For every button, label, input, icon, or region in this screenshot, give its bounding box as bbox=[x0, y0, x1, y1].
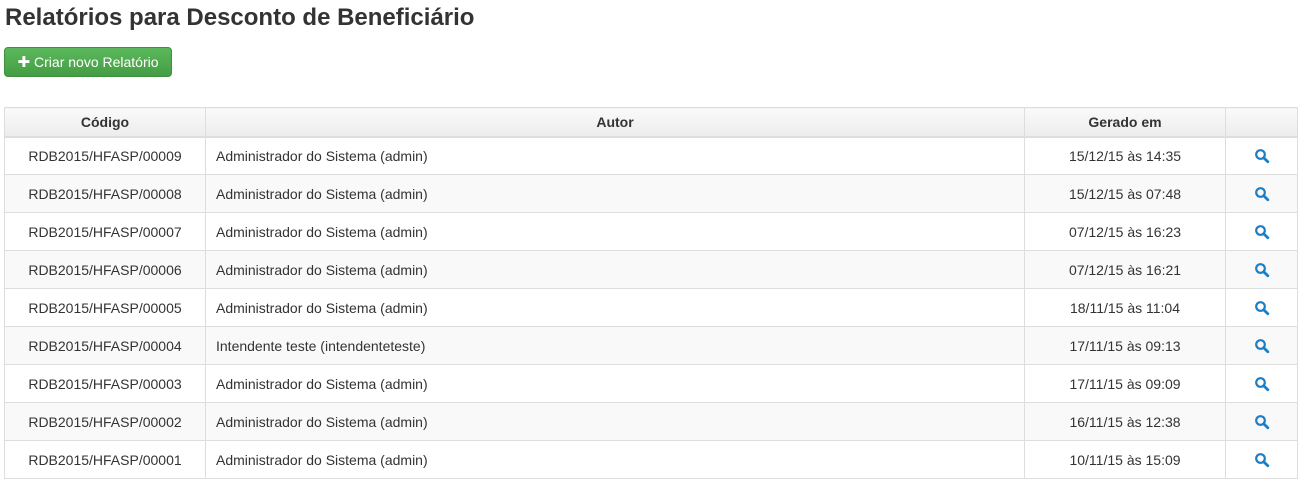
create-report-button[interactable]: ✚ Criar novo Relatório bbox=[4, 47, 172, 77]
search-icon[interactable] bbox=[1254, 148, 1270, 164]
report-author: Administrador do Sistema (admin) bbox=[205, 440, 1025, 479]
column-header-generated-at[interactable]: Gerado em bbox=[1024, 107, 1226, 138]
report-author: Administrador do Sistema (admin) bbox=[205, 288, 1025, 327]
report-author: Intendente teste (intendenteteste) bbox=[205, 326, 1025, 365]
view-report-cell bbox=[1225, 212, 1298, 251]
page: Relatórios para Desconto de Beneficiário… bbox=[0, 0, 1306, 497]
report-author: Administrador do Sistema (admin) bbox=[205, 364, 1025, 403]
search-icon[interactable] bbox=[1254, 262, 1270, 278]
report-code: RDB2015/HFASP/00007 bbox=[4, 212, 206, 251]
table-row: RDB2015/HFASP/00005 Administrador do Sist… bbox=[4, 288, 1298, 327]
view-report-cell bbox=[1225, 326, 1298, 365]
report-code: RDB2015/HFASP/00001 bbox=[4, 440, 206, 479]
report-author: Administrador do Sistema (admin) bbox=[205, 402, 1025, 441]
search-icon[interactable] bbox=[1254, 452, 1270, 468]
search-icon[interactable] bbox=[1254, 338, 1270, 354]
table-row: RDB2015/HFASP/00004 Intendente teste (int… bbox=[4, 326, 1298, 365]
table-row: RDB2015/HFASP/00008 Administrador do Sist… bbox=[4, 174, 1298, 213]
report-generated-at: 07/12/15 às 16:21 bbox=[1024, 250, 1226, 289]
column-header-code[interactable]: Código bbox=[4, 107, 206, 138]
column-header-action bbox=[1225, 107, 1298, 138]
report-code: RDB2015/HFASP/00006 bbox=[4, 250, 206, 289]
view-report-cell bbox=[1225, 440, 1298, 479]
report-generated-at: 10/11/15 às 15:09 bbox=[1024, 440, 1226, 479]
create-report-label: Criar novo Relatório bbox=[34, 54, 159, 70]
table-row: RDB2015/HFASP/00003 Administrador do Sist… bbox=[4, 364, 1298, 403]
report-generated-at: 17/11/15 às 09:13 bbox=[1024, 326, 1226, 365]
table-row: RDB2015/HFASP/00002 Administrador do Sist… bbox=[4, 402, 1298, 441]
report-code: RDB2015/HFASP/00004 bbox=[4, 326, 206, 365]
report-generated-at: 15/12/15 às 14:35 bbox=[1024, 136, 1226, 175]
report-code: RDB2015/HFASP/00008 bbox=[4, 174, 206, 213]
view-report-cell bbox=[1225, 288, 1298, 327]
view-report-cell bbox=[1225, 174, 1298, 213]
table-row: RDB2015/HFASP/00007 Administrador do Sist… bbox=[4, 212, 1298, 251]
report-author: Administrador do Sistema (admin) bbox=[205, 136, 1025, 175]
search-icon[interactable] bbox=[1254, 224, 1270, 240]
search-icon[interactable] bbox=[1254, 414, 1270, 430]
column-header-author[interactable]: Autor bbox=[205, 107, 1025, 138]
table-row: RDB2015/HFASP/00009 Administrador do Sist… bbox=[4, 136, 1298, 175]
report-code: RDB2015/HFASP/00009 bbox=[4, 136, 206, 175]
report-author: Administrador do Sistema (admin) bbox=[205, 250, 1025, 289]
report-generated-at: 18/11/15 às 11:04 bbox=[1024, 288, 1226, 327]
report-author: Administrador do Sistema (admin) bbox=[205, 174, 1025, 213]
report-generated-at: 15/12/15 às 07:48 bbox=[1024, 174, 1226, 213]
view-report-cell bbox=[1225, 250, 1298, 289]
report-author: Administrador do Sistema (admin) bbox=[205, 212, 1025, 251]
report-generated-at: 17/11/15 às 09:09 bbox=[1024, 364, 1226, 403]
report-code: RDB2015/HFASP/00005 bbox=[4, 288, 206, 327]
table-row: RDB2015/HFASP/00006 Administrador do Sist… bbox=[4, 250, 1298, 289]
search-icon[interactable] bbox=[1254, 300, 1270, 316]
view-report-cell bbox=[1225, 136, 1298, 175]
plus-icon: ✚ bbox=[17, 53, 31, 71]
report-generated-at: 16/11/15 às 12:38 bbox=[1024, 402, 1226, 441]
page-title: Relatórios para Desconto de Beneficiário bbox=[5, 4, 475, 31]
search-icon[interactable] bbox=[1254, 186, 1270, 202]
table-row: RDB2015/HFASP/00001 Administrador do Sist… bbox=[4, 440, 1298, 479]
reports-table: Código Autor Gerado em RDB2015/HFASP/000… bbox=[4, 107, 1298, 479]
report-code: RDB2015/HFASP/00002 bbox=[4, 402, 206, 441]
table-body: RDB2015/HFASP/00009 Administrador do Sist… bbox=[4, 136, 1298, 479]
report-code: RDB2015/HFASP/00003 bbox=[4, 364, 206, 403]
search-icon[interactable] bbox=[1254, 376, 1270, 392]
view-report-cell bbox=[1225, 402, 1298, 441]
table-header-row: Código Autor Gerado em bbox=[4, 107, 1298, 138]
report-generated-at: 07/12/15 às 16:23 bbox=[1024, 212, 1226, 251]
view-report-cell bbox=[1225, 364, 1298, 403]
